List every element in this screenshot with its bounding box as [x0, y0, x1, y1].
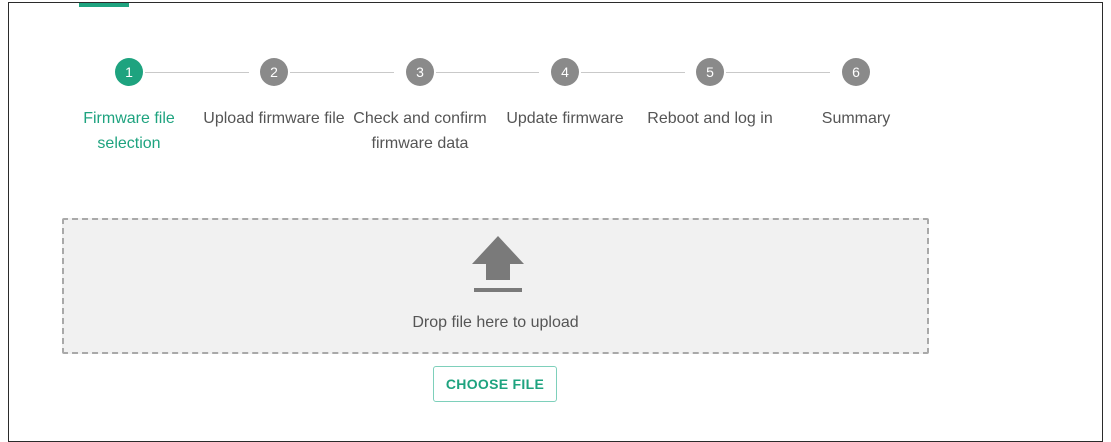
- step-label: Firmware file selection: [83, 110, 175, 152]
- step-label: Check and confirm firmware data: [353, 110, 487, 152]
- drop-zone-text: Drop file here to upload: [412, 314, 579, 331]
- step-5[interactable]: 5 Reboot and log in: [635, 58, 785, 131]
- upload-icon: [472, 236, 524, 292]
- step-1[interactable]: 1 Firmware file selection: [54, 58, 204, 156]
- step-number-badge: 3: [406, 58, 434, 86]
- step-number-badge: 2: [260, 58, 288, 86]
- step-label: Summary: [821, 110, 891, 127]
- file-drop-zone[interactable]: Drop file here to upload: [62, 218, 929, 354]
- step-number-badge: 4: [551, 58, 579, 86]
- step-4[interactable]: 4 Update firmware: [490, 58, 640, 131]
- step-number-badge: 5: [696, 58, 724, 86]
- choose-file-button[interactable]: CHOOSE FILE: [433, 366, 557, 402]
- step-label: Upload firmware file: [203, 110, 345, 127]
- step-3[interactable]: 3 Check and confirm firmware data: [345, 58, 495, 156]
- title-accent: [79, 3, 129, 7]
- step-6[interactable]: 6 Summary: [781, 58, 931, 131]
- step-label: Reboot and log in: [647, 110, 773, 127]
- step-label: Update firmware: [506, 110, 624, 127]
- wizard-stepper: 1 Firmware file selection 2 Upload firmw…: [54, 58, 914, 188]
- step-number-badge: 1: [115, 58, 143, 86]
- step-2[interactable]: 2 Upload firmware file: [199, 58, 349, 131]
- step-number-badge: 6: [842, 58, 870, 86]
